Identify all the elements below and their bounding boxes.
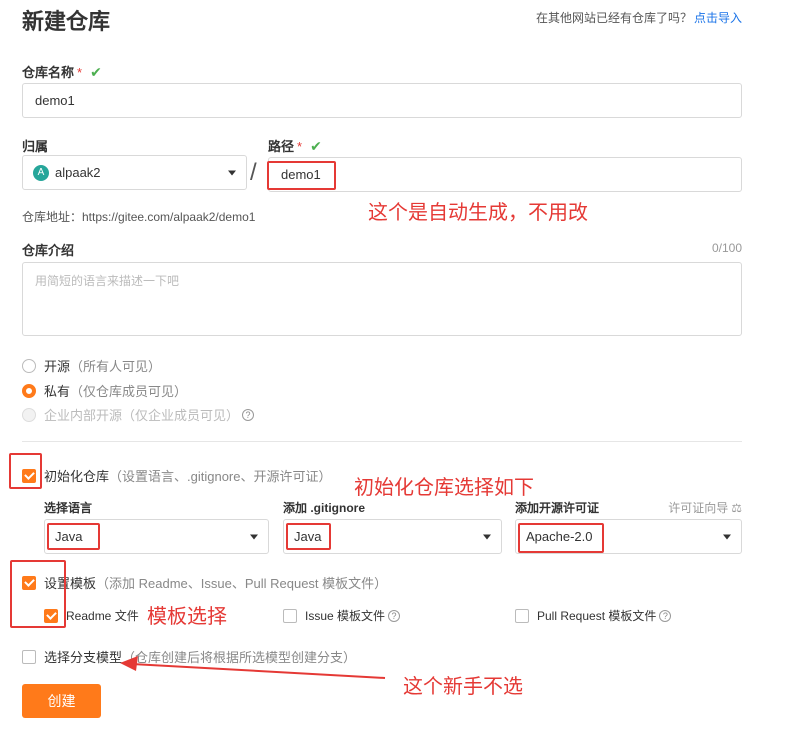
annotation-tmpl: 模板选择 xyxy=(147,606,227,628)
gitignore-label: 添加 .gitignore xyxy=(283,501,365,515)
avatar: A xyxy=(33,164,49,181)
annotation-box-init xyxy=(9,453,42,489)
annotation-box-path xyxy=(267,161,336,190)
annotation-auto: 这个是自动生成，不用改 xyxy=(368,202,588,224)
pr-checkbox-row[interactable]: Pull Request 模板文件 ? xyxy=(515,607,672,624)
path-label: 路径 xyxy=(268,139,295,154)
init-repo-hint: （设置语言、.gitignore、开源许可证） xyxy=(109,469,332,484)
annotation-box-license xyxy=(518,523,604,553)
visibility-open-label: 开源 xyxy=(44,359,71,374)
path-separator: / xyxy=(250,159,257,186)
path-input[interactable]: demo1 xyxy=(268,157,742,192)
scale-icon: ⚖ xyxy=(731,501,742,515)
chevron-down-icon xyxy=(483,534,491,539)
required-mark: * xyxy=(77,65,83,80)
visibility-private[interactable]: 私有 （仅仓库成员可见） xyxy=(22,381,187,400)
path-label-row: 路径 * ✔ xyxy=(268,136,322,155)
radio-button-selected[interactable] xyxy=(22,383,36,398)
radio-button[interactable] xyxy=(22,358,36,373)
annotation-novice: 这个新手不选 xyxy=(403,676,523,698)
visibility-open-hint: （所有人可见） xyxy=(70,359,162,374)
intro-label: 仓库介绍 xyxy=(22,243,75,258)
license-label: 添加开源许可证 xyxy=(515,501,600,515)
create-button[interactable]: 创建 xyxy=(22,684,101,718)
visibility-internal-label: 企业内部开源 xyxy=(44,408,123,423)
visibility-open[interactable]: 开源 （所有人可见） xyxy=(22,356,161,375)
readme-label: Readme 文件 xyxy=(66,609,139,623)
chevron-down-icon xyxy=(723,534,731,539)
annotation-arrow-icon xyxy=(120,656,386,679)
page-title: 新建仓库 xyxy=(22,9,111,34)
template-checkbox-row[interactable]: 设置模板 （添加 Readme、Issue、Pull Request 模板文件） xyxy=(22,573,387,592)
init-repo-label: 初始化仓库 xyxy=(44,469,110,484)
check-icon: ✔ xyxy=(90,64,102,80)
import-link[interactable]: 点击导入 xyxy=(694,11,742,25)
visibility-internal: 企业内部开源 （仅企业成员可见） ? xyxy=(22,405,255,424)
issue-checkbox[interactable] xyxy=(283,608,297,623)
chevron-down-icon xyxy=(228,170,236,175)
annotation-init: 初始化仓库选择如下 xyxy=(354,477,534,499)
repo-name-label: 仓库名称 xyxy=(22,65,75,80)
annotation-box-template xyxy=(10,560,66,628)
template-hint: （添加 Readme、Issue、Pull Request 模板文件） xyxy=(96,576,388,591)
import-prompt: 在其他网站已经有仓库了吗？ 点击导入 xyxy=(536,9,742,26)
visibility-internal-hint: （仅企业成员可见） xyxy=(122,408,240,423)
annotation-box-gitignore xyxy=(286,523,331,550)
radio-button-disabled xyxy=(22,407,36,422)
owner-value: alpaak2 xyxy=(55,165,101,180)
owner-label: 归属 xyxy=(22,139,49,154)
check-icon: ✔ xyxy=(310,138,322,154)
visibility-private-hint: （仅仓库成员可见） xyxy=(70,384,188,399)
repo-url: 仓库地址：https://gitee.com/alpaak2/demo1 xyxy=(22,210,256,224)
required-mark: * xyxy=(297,139,303,154)
pr-label: Pull Request 模板文件 xyxy=(537,609,657,623)
help-icon[interactable]: ? xyxy=(388,609,401,622)
init-repo-checkbox-row[interactable]: 初始化仓库 （设置语言、.gitignore、开源许可证） xyxy=(22,466,332,485)
language-label: 选择语言 xyxy=(44,501,93,515)
license-guide[interactable]: 许可证向导 ⚖ xyxy=(668,499,742,516)
intro-placeholder: 用简短的语言来描述一下吧 xyxy=(35,274,180,288)
repo-name-value: demo1 xyxy=(35,93,75,108)
help-icon[interactable]: ? xyxy=(659,609,672,622)
owner-select[interactable]: A alpaak2 xyxy=(22,155,247,190)
repo-name-label-row: 仓库名称 * ✔ xyxy=(22,62,102,81)
help-icon[interactable]: ? xyxy=(242,408,255,421)
intro-textarea[interactable]: 用简短的语言来描述一下吧 xyxy=(22,262,742,336)
import-prompt-text: 在其他网站已经有仓库了吗？ xyxy=(535,11,692,25)
chevron-down-icon xyxy=(250,534,258,539)
branch-model-checkbox[interactable] xyxy=(22,649,36,664)
repo-name-input[interactable]: demo1 xyxy=(22,83,742,118)
license-guide-text: 许可证向导 xyxy=(668,501,729,515)
issue-label: Issue 模板文件 xyxy=(305,609,386,623)
pr-checkbox[interactable] xyxy=(515,608,529,623)
intro-counter: 0/100 xyxy=(711,241,742,255)
annotation-box-language xyxy=(47,523,100,550)
issue-checkbox-row[interactable]: Issue 模板文件 ? xyxy=(283,607,401,624)
divider xyxy=(22,441,742,442)
visibility-private-label: 私有 xyxy=(44,384,71,399)
